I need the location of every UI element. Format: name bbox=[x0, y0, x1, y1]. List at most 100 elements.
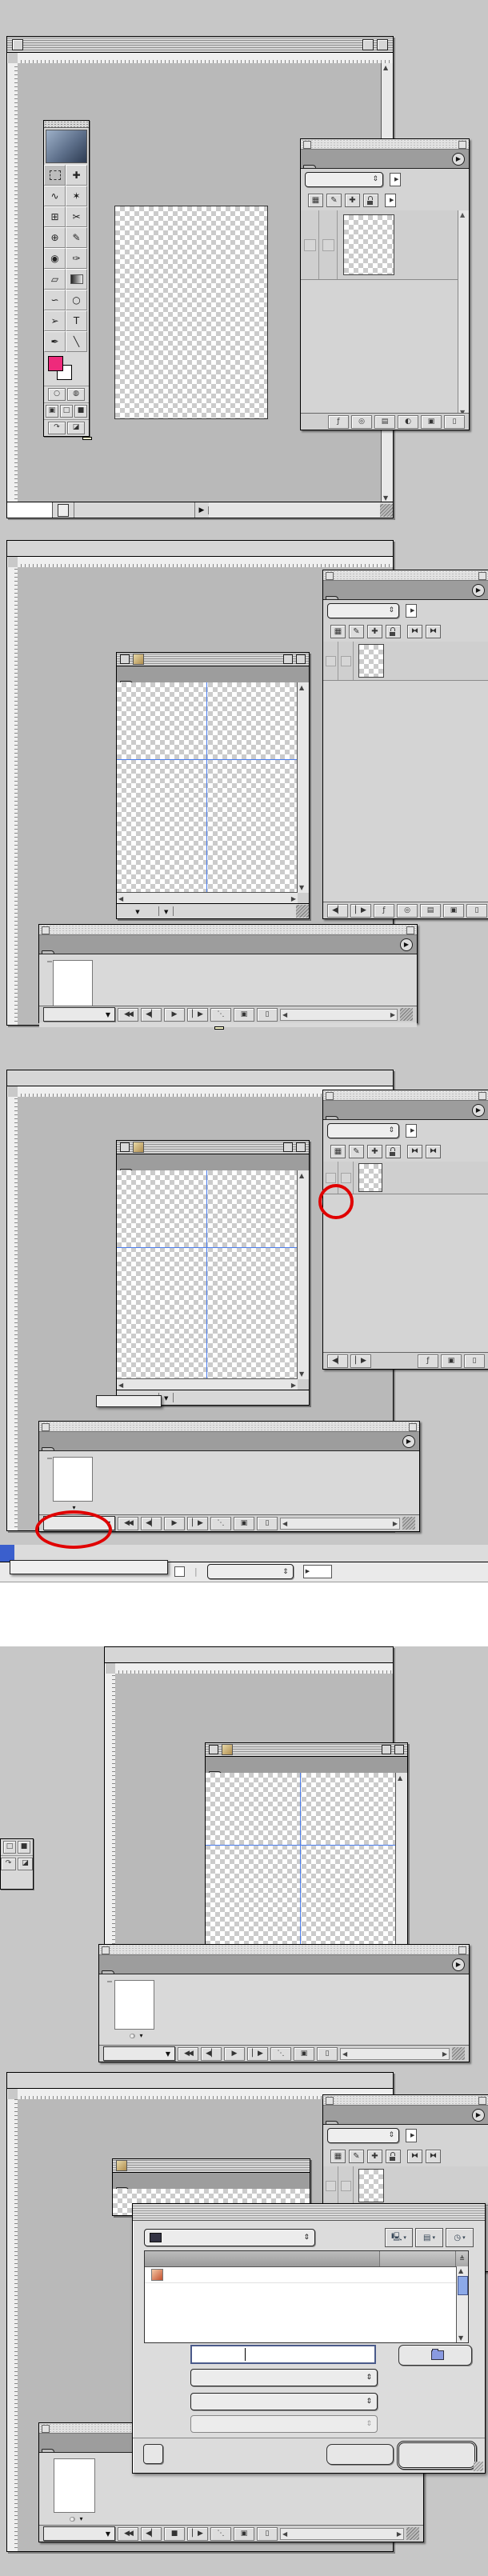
previous-frame-icon[interactable] bbox=[327, 1354, 348, 1368]
palette-menu-icon[interactable] bbox=[472, 1104, 485, 1117]
resize-grip[interactable] bbox=[406, 2527, 419, 2540]
duplicate-frame-icon[interactable] bbox=[234, 1517, 254, 1530]
slice-tool-icon[interactable]: ✂ bbox=[66, 206, 87, 227]
dialog-resize-grip[interactable] bbox=[474, 2462, 483, 2471]
new-layer-icon[interactable] bbox=[441, 1354, 462, 1368]
close-box-icon[interactable] bbox=[120, 654, 130, 664]
palette-tab[interactable] bbox=[326, 2121, 338, 2124]
delete-frame-icon[interactable] bbox=[257, 1517, 278, 1530]
image-canvas[interactable] bbox=[114, 206, 268, 419]
layer-group-icon[interactable] bbox=[420, 904, 441, 918]
lasso-tool-icon[interactable]: ∿ bbox=[44, 186, 66, 206]
palette-tab[interactable] bbox=[326, 596, 338, 599]
anti-aliased-checkbox[interactable] bbox=[174, 1566, 185, 1577]
palette-drag-bar[interactable] bbox=[39, 1422, 419, 1432]
marquee-tool-icon[interactable] bbox=[44, 165, 66, 186]
file-row[interactable] bbox=[145, 2267, 457, 2283]
smudge-tool-icon[interactable]: ∽ bbox=[44, 290, 66, 310]
magic-wand-tool-icon[interactable]: ✶ bbox=[66, 186, 87, 206]
play-icon[interactable] bbox=[164, 1008, 185, 1022]
close-box-icon[interactable] bbox=[120, 1142, 130, 1152]
zoom-level[interactable] bbox=[7, 502, 53, 518]
palette-drag-bar[interactable] bbox=[323, 570, 488, 581]
opacity-value[interactable] bbox=[390, 173, 401, 186]
blend-mode-select[interactable] bbox=[305, 172, 383, 187]
path-select-tool-icon[interactable]: ➢ bbox=[44, 310, 66, 331]
collapse-box-icon[interactable] bbox=[377, 39, 388, 50]
lock-all-icon[interactable] bbox=[386, 625, 401, 638]
zoom-select[interactable] bbox=[117, 906, 159, 916]
format-select[interactable] bbox=[190, 2369, 378, 2386]
layer-row[interactable] bbox=[301, 210, 458, 280]
document-canvas[interactable] bbox=[117, 682, 298, 893]
next-frame-icon[interactable] bbox=[350, 904, 371, 918]
palette-menu-icon[interactable] bbox=[472, 584, 485, 597]
export-arrow-icon[interactable]: ↷ bbox=[1, 1858, 16, 1870]
date-column-header[interactable] bbox=[380, 2251, 456, 2266]
lock-position-icon[interactable] bbox=[367, 1145, 382, 1158]
animation-frame[interactable] bbox=[106, 1978, 163, 2052]
loop-select[interactable] bbox=[43, 1007, 115, 1022]
layer-thumbnail[interactable] bbox=[358, 644, 384, 678]
frame-delay-select[interactable] bbox=[46, 2513, 102, 2525]
filename-input[interactable] bbox=[190, 2345, 376, 2364]
previous-frame-icon[interactable] bbox=[141, 1008, 162, 1022]
hscrollbar[interactable] bbox=[209, 502, 380, 518]
close-box-icon[interactable] bbox=[209, 1745, 218, 1754]
loop-select[interactable] bbox=[103, 2046, 175, 2061]
previous-frame-icon[interactable] bbox=[141, 1517, 162, 1530]
document-vscrollbar[interactable] bbox=[395, 1773, 407, 1954]
tween-icon[interactable] bbox=[210, 2527, 231, 2541]
frames-scrollbar[interactable]: ◀▶ bbox=[280, 1518, 400, 1530]
previous-frame-icon[interactable] bbox=[201, 2047, 222, 2061]
document-hscrollbar[interactable]: ◀▶ bbox=[117, 892, 298, 904]
layer-visibility-toggle[interactable] bbox=[323, 642, 338, 680]
window-titlebar[interactable] bbox=[7, 541, 393, 557]
layer-visibility-toggle[interactable] bbox=[301, 210, 319, 279]
eraser-tool-icon[interactable]: ▱ bbox=[44, 269, 66, 290]
palette-menu-icon[interactable] bbox=[400, 938, 413, 951]
frame-delay-select[interactable] bbox=[106, 2030, 162, 2042]
palette-tab[interactable] bbox=[42, 2449, 54, 2452]
document-titlebar[interactable] bbox=[113, 2159, 310, 2173]
layer-thumbnail[interactable] bbox=[358, 1163, 382, 1192]
quickmask-mode-icon[interactable]: ◍ bbox=[67, 388, 85, 401]
lock-transparency-icon[interactable] bbox=[330, 625, 346, 638]
zoom-box-icon[interactable] bbox=[382, 1745, 391, 1754]
network-button[interactable]: 🖳 bbox=[385, 2228, 413, 2247]
frame-thumbnail[interactable] bbox=[114, 1980, 154, 2030]
delete-layer-icon[interactable] bbox=[444, 415, 465, 429]
layer-style-icon[interactable] bbox=[328, 415, 349, 429]
duplicate-frame-button[interactable] bbox=[234, 1008, 254, 1022]
lock-pixels-icon[interactable] bbox=[349, 625, 364, 638]
document-titlebar[interactable] bbox=[117, 1141, 309, 1154]
status-arrow-icon[interactable]: ▶ bbox=[195, 506, 209, 514]
location-select[interactable] bbox=[144, 2229, 315, 2246]
zoom-box-icon[interactable] bbox=[362, 39, 374, 50]
tween-icon[interactable] bbox=[270, 2047, 291, 2061]
adjustment-layer-icon[interactable] bbox=[398, 415, 418, 429]
photoshop-logo[interactable] bbox=[46, 130, 87, 163]
favorites-button[interactable]: ▤ bbox=[415, 2228, 443, 2247]
zoom-box-icon[interactable] bbox=[283, 1142, 293, 1152]
next-frame-icon[interactable] bbox=[247, 2047, 268, 2061]
healing-brush-tool-icon[interactable]: ⊕ bbox=[44, 227, 66, 248]
document-canvas[interactable] bbox=[206, 1773, 396, 1954]
layer-row[interactable] bbox=[323, 642, 488, 681]
name-column-header[interactable] bbox=[145, 2251, 380, 2266]
first-frame-icon[interactable] bbox=[118, 2527, 138, 2541]
palette-drag-bar[interactable] bbox=[301, 139, 469, 150]
width-field[interactable] bbox=[303, 1565, 332, 1578]
document-hscrollbar[interactable]: ◀▶ bbox=[117, 1378, 298, 1390]
dodge-tool-icon[interactable]: ○ bbox=[66, 290, 87, 310]
window-titlebar[interactable] bbox=[7, 2073, 393, 2089]
standard-screen-icon[interactable]: ▣ bbox=[46, 405, 58, 418]
delete-layer-icon[interactable] bbox=[466, 904, 487, 918]
window-titlebar[interactable] bbox=[105, 1647, 393, 1663]
palette-menu-icon[interactable] bbox=[472, 2109, 485, 2122]
brush-tool-icon[interactable]: ✎ bbox=[66, 227, 87, 248]
next-frame-icon[interactable] bbox=[187, 2527, 208, 2541]
next-frame-icon[interactable] bbox=[187, 1517, 208, 1530]
layer-style-icon[interactable] bbox=[418, 1354, 438, 1368]
menu-item[interactable] bbox=[0, 1545, 14, 1562]
